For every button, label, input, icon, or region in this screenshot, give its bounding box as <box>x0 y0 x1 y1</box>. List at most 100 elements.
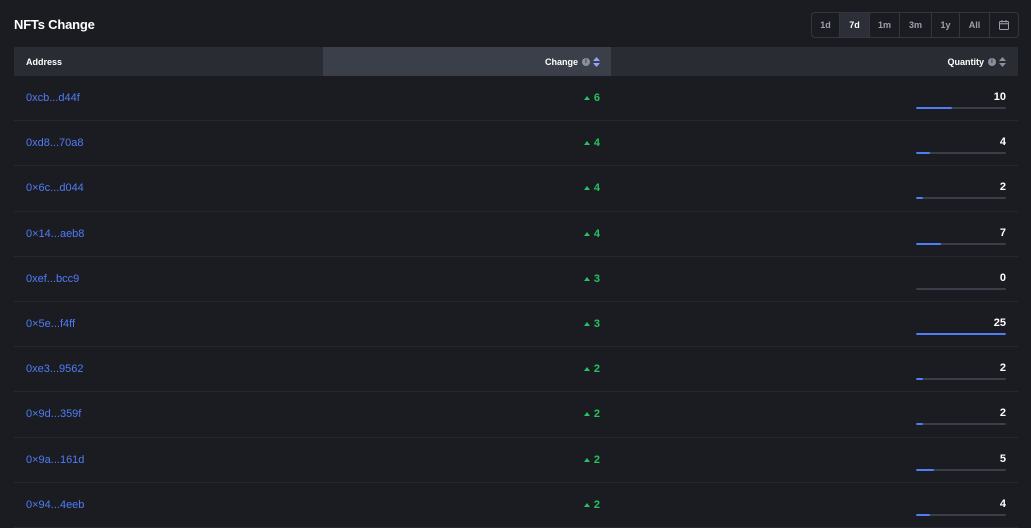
quantity-bar-fill <box>916 152 931 155</box>
change-value: 3 <box>593 318 600 331</box>
quantity-cell: 2 <box>611 392 1018 436</box>
column-header-quantity[interactable]: Quantity i <box>611 47 1018 76</box>
range-button-all[interactable]: All <box>960 13 990 37</box>
quantity-value: 2 <box>999 181 1006 194</box>
column-header-label: Quantity <box>947 56 984 67</box>
range-button-1m[interactable]: 1m <box>870 13 900 37</box>
quantity-bar-fill <box>916 378 924 381</box>
quantity-value: 2 <box>999 407 1006 420</box>
quantity-cell: 10 <box>611 76 1018 120</box>
change-cell: 2 <box>323 347 611 391</box>
quantity-value: 5 <box>999 452 1006 465</box>
change-cell: 2 <box>323 392 611 436</box>
address-cell: 0xe3...9562 <box>14 347 323 391</box>
quantity-bar-fill <box>916 242 942 245</box>
range-button-1y[interactable]: 1y <box>932 13 960 37</box>
up-arrow-icon <box>583 276 590 281</box>
change-value: 4 <box>593 182 600 195</box>
table-row: 0xcb...d44f 6 10 <box>14 76 1018 122</box>
quantity-bar <box>916 468 1006 471</box>
quantity-value: 4 <box>999 136 1006 149</box>
column-header-label: Address <box>26 56 63 67</box>
quantity-cell: 25 <box>611 302 1018 346</box>
address-link[interactable]: 0×9d...359f <box>26 408 81 420</box>
address-cell: 0×5e...f4ff <box>14 302 323 346</box>
change-value: 2 <box>593 453 600 466</box>
change-value: 3 <box>593 272 600 285</box>
change-value: 6 <box>593 92 600 105</box>
quantity-cell: 5 <box>611 438 1018 482</box>
address-cell: 0×94...4eeb <box>14 483 323 527</box>
quantity-cell: 2 <box>611 347 1018 391</box>
calendar-icon <box>999 20 1009 30</box>
change-value: 4 <box>593 137 600 150</box>
change-cell: 6 <box>323 76 611 120</box>
calendar-button[interactable] <box>990 13 1018 37</box>
change-cell: 3 <box>323 302 611 346</box>
table-row: 0×9d...359f 2 2 <box>14 392 1018 438</box>
range-button-7d[interactable]: 7d <box>840 13 870 37</box>
address-cell: 0xd8...70a8 <box>14 121 323 165</box>
quantity-bar <box>916 197 1006 200</box>
column-header-change[interactable]: Change i <box>323 47 611 76</box>
address-cell: 0×6c...d044 <box>14 166 323 210</box>
change-cell: 4 <box>323 121 611 165</box>
sort-icon[interactable] <box>999 56 1006 67</box>
table-row: 0×5e...f4ff 3 25 <box>14 302 1018 348</box>
quantity-bar <box>916 332 1006 335</box>
address-link[interactable]: 0xcb...d44f <box>26 92 80 104</box>
address-cell: 0×9d...359f <box>14 392 323 436</box>
address-cell: 0×14...aeb8 <box>14 212 323 256</box>
address-link[interactable]: 0xef...bcc9 <box>26 273 79 285</box>
quantity-cell: 4 <box>611 483 1018 527</box>
quantity-value: 2 <box>999 362 1006 375</box>
quantity-bar-fill <box>916 107 952 109</box>
page-title: NFTs Change <box>14 17 95 32</box>
up-arrow-icon <box>583 186 590 191</box>
address-link[interactable]: 0×5e...f4ff <box>26 318 75 330</box>
quantity-value: 10 <box>993 91 1006 103</box>
column-header-address[interactable]: Address <box>14 47 323 76</box>
quantity-bar-fill <box>916 332 1006 335</box>
address-link[interactable]: 0×94...4eeb <box>26 499 84 511</box>
table-row: 0×14...aeb8 4 7 <box>14 212 1018 257</box>
change-cell: 3 <box>323 257 611 301</box>
address-cell: 0xcb...d44f <box>14 76 323 120</box>
up-arrow-icon <box>583 502 590 507</box>
table-row: 0xef...bcc9 3 0 <box>14 257 1018 302</box>
quantity-cell: 7 <box>611 212 1018 256</box>
table-row: 0xe3...9562 2 2 <box>14 347 1018 393</box>
address-link[interactable]: 0xe3...9562 <box>26 363 84 375</box>
address-link[interactable]: 0×6c...d044 <box>26 182 84 194</box>
up-arrow-icon <box>583 96 590 101</box>
quantity-value: 7 <box>999 226 1006 239</box>
range-button-3m[interactable]: 3m <box>900 13 932 37</box>
time-range-selector: 1d 7d 1m 3m 1y All <box>811 12 1019 38</box>
address-link[interactable]: 0×9a...161d <box>26 454 84 466</box>
quantity-value: 25 <box>993 316 1006 329</box>
quantity-bar <box>916 107 1006 109</box>
change-value: 2 <box>593 363 600 376</box>
change-value: 2 <box>593 408 600 421</box>
quantity-bar-fill <box>916 423 924 426</box>
sort-icon[interactable] <box>593 56 600 67</box>
table-row: 0×6c...d044 4 2 <box>14 166 1018 212</box>
address-link[interactable]: 0xd8...70a8 <box>26 137 84 149</box>
up-arrow-icon <box>583 322 590 327</box>
quantity-value: 0 <box>999 271 1006 284</box>
info-icon[interactable]: i <box>988 57 996 66</box>
nfts-change-table: Address Change i Quantity i 0xcb...d44f 6… <box>14 47 1018 528</box>
up-arrow-icon <box>583 412 590 417</box>
address-link[interactable]: 0×14...aeb8 <box>26 228 84 240</box>
table-header: Address Change i Quantity i <box>14 47 1018 76</box>
quantity-cell: 0 <box>611 257 1018 301</box>
up-arrow-icon <box>583 231 590 236</box>
info-icon[interactable]: i <box>582 57 590 66</box>
range-button-1d[interactable]: 1d <box>812 13 840 37</box>
address-cell: 0×9a...161d <box>14 438 323 482</box>
quantity-bar <box>916 152 1006 155</box>
change-cell: 4 <box>323 166 611 210</box>
table-body: 0xcb...d44f 6 10 0xd8...70a8 4 4 0×6c...d044 4 2… <box>14 76 1018 528</box>
change-value: 2 <box>593 498 600 511</box>
quantity-bar <box>916 287 1006 290</box>
